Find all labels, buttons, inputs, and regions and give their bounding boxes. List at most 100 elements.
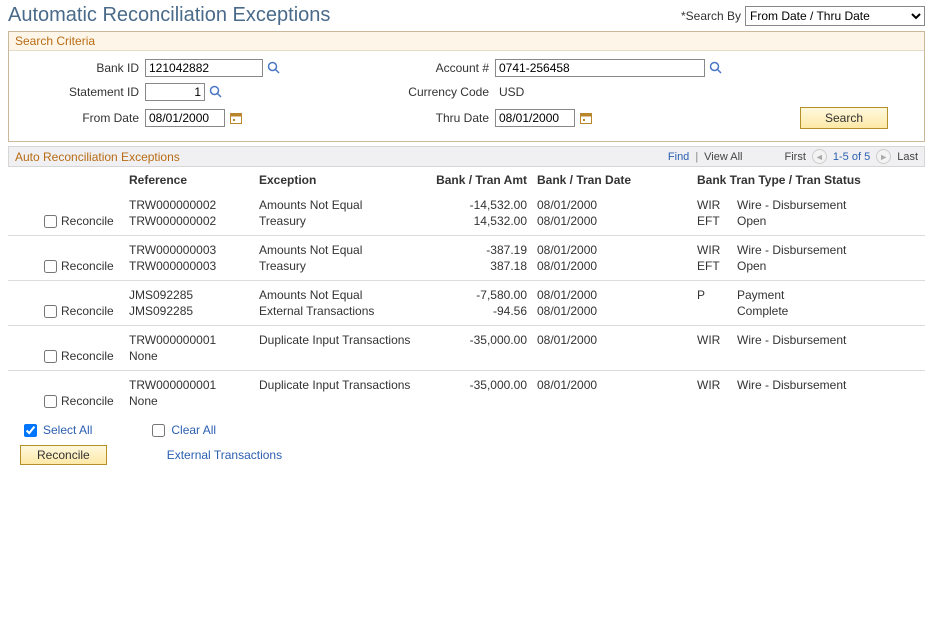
- grid-first[interactable]: First: [785, 151, 806, 163]
- cell-reference: TRW000000001: [129, 378, 259, 392]
- bank-id-label: Bank ID: [15, 61, 145, 75]
- search-criteria-title: Search Criteria: [9, 32, 924, 51]
- cell-exception: Treasury: [259, 214, 411, 228]
- cell-amount: 387.18: [411, 259, 537, 273]
- reconcile-label: Reconcile: [61, 394, 114, 408]
- search-button[interactable]: Search: [800, 107, 888, 129]
- grid-prev-icon: ◄: [812, 149, 827, 164]
- cell-tran-status: Open: [737, 259, 925, 273]
- exception-line: TRW000000003Amounts Not Equal-387.1908/0…: [8, 242, 925, 258]
- exception-line: TRW000000001Duplicate Input Transactions…: [8, 332, 925, 348]
- grid-range: 1-5 of 5: [833, 151, 870, 163]
- cell-tran-type: P: [697, 288, 737, 302]
- cell-reference: None: [129, 394, 259, 408]
- search-by-select[interactable]: From Date / Thru Date: [745, 6, 925, 26]
- from-date-calendar-icon[interactable]: [229, 111, 243, 125]
- thru-date-input[interactable]: [495, 109, 575, 127]
- cell-reference: JMS092285: [129, 288, 259, 302]
- cell-tran-type: WIR: [697, 333, 737, 347]
- exception-line: TRW000000002Amounts Not Equal-14,532.000…: [8, 197, 925, 213]
- cell-amount: -35,000.00: [411, 378, 537, 392]
- cell-tran-status: Wire - Disbursement: [737, 198, 925, 212]
- statement-id-input[interactable]: [145, 83, 205, 101]
- bank-id-input[interactable]: [145, 59, 263, 77]
- cell-amount: -35,000.00: [411, 333, 537, 347]
- reconcile-checkbox[interactable]: [44, 305, 57, 318]
- clear-all-checkbox[interactable]: [152, 424, 165, 437]
- cell-amount: -387.19: [411, 243, 537, 257]
- cell-reference: TRW000000003: [129, 259, 259, 273]
- grid-last[interactable]: Last: [897, 151, 918, 163]
- exception-group: JMS092285Amounts Not Equal-7,580.0008/01…: [8, 281, 925, 326]
- col-bank-tran-amt: Bank / Tran Amt: [411, 173, 537, 187]
- exception-line: ReconcileNone: [8, 348, 925, 364]
- reconcile-button[interactable]: Reconcile: [20, 445, 107, 465]
- cell-tran-type: WIR: [697, 243, 737, 257]
- exception-group: TRW000000001Duplicate Input Transactions…: [8, 326, 925, 371]
- grid-next-icon: ►: [876, 149, 891, 164]
- account-input[interactable]: [495, 59, 705, 77]
- cell-tran-type: WIR: [697, 378, 737, 392]
- cell-date: 08/01/2000: [537, 214, 637, 228]
- cell-tran-status: Payment: [737, 288, 925, 302]
- cell-date: 08/01/2000: [537, 243, 637, 257]
- external-transactions-link[interactable]: External Transactions: [167, 448, 282, 462]
- thru-date-calendar-icon[interactable]: [579, 111, 593, 125]
- reconcile-checkbox[interactable]: [44, 260, 57, 273]
- exception-group: TRW000000002Amounts Not Equal-14,532.000…: [8, 191, 925, 236]
- grid-view-all[interactable]: View All: [704, 151, 742, 163]
- cell-exception: External Transactions: [259, 304, 411, 318]
- reconcile-label: Reconcile: [61, 214, 114, 228]
- currency-code-label: Currency Code: [395, 85, 495, 99]
- search-by-label: *Search By: [681, 9, 741, 23]
- cell-tran-status: Open: [737, 214, 925, 228]
- reconcile-checkbox[interactable]: [44, 215, 57, 228]
- reconcile-label: Reconcile: [61, 304, 114, 318]
- col-reference: Reference: [129, 173, 259, 187]
- cell-date: 08/01/2000: [537, 304, 637, 318]
- divider: |: [695, 151, 698, 163]
- account-lookup-icon[interactable]: [709, 61, 723, 75]
- cell-date: 08/01/2000: [537, 259, 637, 273]
- cell-exception: Amounts Not Equal: [259, 198, 411, 212]
- select-all-link[interactable]: Select All: [43, 423, 92, 437]
- cell-exception: Treasury: [259, 259, 411, 273]
- select-all-checkbox[interactable]: [24, 424, 37, 437]
- cell-reference: TRW000000003: [129, 243, 259, 257]
- cell-tran-type: WIR: [697, 198, 737, 212]
- clear-all-link[interactable]: Clear All: [171, 423, 216, 437]
- cell-exception: Duplicate Input Transactions: [259, 333, 411, 347]
- cell-tran-status: Wire - Disbursement: [737, 333, 925, 347]
- cell-exception: Duplicate Input Transactions: [259, 378, 411, 392]
- exception-line: Reconcile JMS092285External Transactions-…: [8, 303, 925, 319]
- statement-id-lookup-icon[interactable]: [209, 85, 223, 99]
- exception-line: TRW000000001Duplicate Input Transactions…: [8, 377, 925, 393]
- from-date-input[interactable]: [145, 109, 225, 127]
- exception-line: JMS092285Amounts Not Equal-7,580.0008/01…: [8, 287, 925, 303]
- cell-date: 08/01/2000: [537, 333, 637, 347]
- cell-date: 08/01/2000: [537, 288, 637, 302]
- cell-amount: -14,532.00: [411, 198, 537, 212]
- cell-tran-status: Complete: [737, 304, 925, 318]
- cell-tran-status: Wire - Disbursement: [737, 378, 925, 392]
- cell-reference: TRW000000001: [129, 333, 259, 347]
- cell-reference: TRW000000002: [129, 198, 259, 212]
- cell-reference: None: [129, 349, 259, 363]
- reconcile-label: Reconcile: [61, 259, 114, 273]
- exception-line: ReconcileTRW000000002Treasury14,532.0008…: [8, 213, 925, 229]
- reconcile-checkbox[interactable]: [44, 395, 57, 408]
- from-date-label: From Date: [15, 111, 145, 125]
- exception-line: Reconcile TRW000000003Treasury387.1808/01…: [8, 258, 925, 274]
- col-bank-tran-date: Bank / Tran Date: [537, 173, 637, 187]
- exception-line: Reconcile None: [8, 393, 925, 409]
- grid-find-link[interactable]: Find: [668, 151, 689, 163]
- cell-amount: -94.56: [411, 304, 537, 318]
- thru-date-label: Thru Date: [395, 111, 495, 125]
- cell-exception: Amounts Not Equal: [259, 243, 411, 257]
- reconcile-checkbox[interactable]: [44, 350, 57, 363]
- cell-tran-type: EFT: [697, 259, 737, 273]
- statement-id-label: Statement ID: [15, 85, 145, 99]
- page-title: Automatic Reconciliation Exceptions: [8, 4, 330, 27]
- cell-reference: JMS092285: [129, 304, 259, 318]
- bank-id-lookup-icon[interactable]: [267, 61, 281, 75]
